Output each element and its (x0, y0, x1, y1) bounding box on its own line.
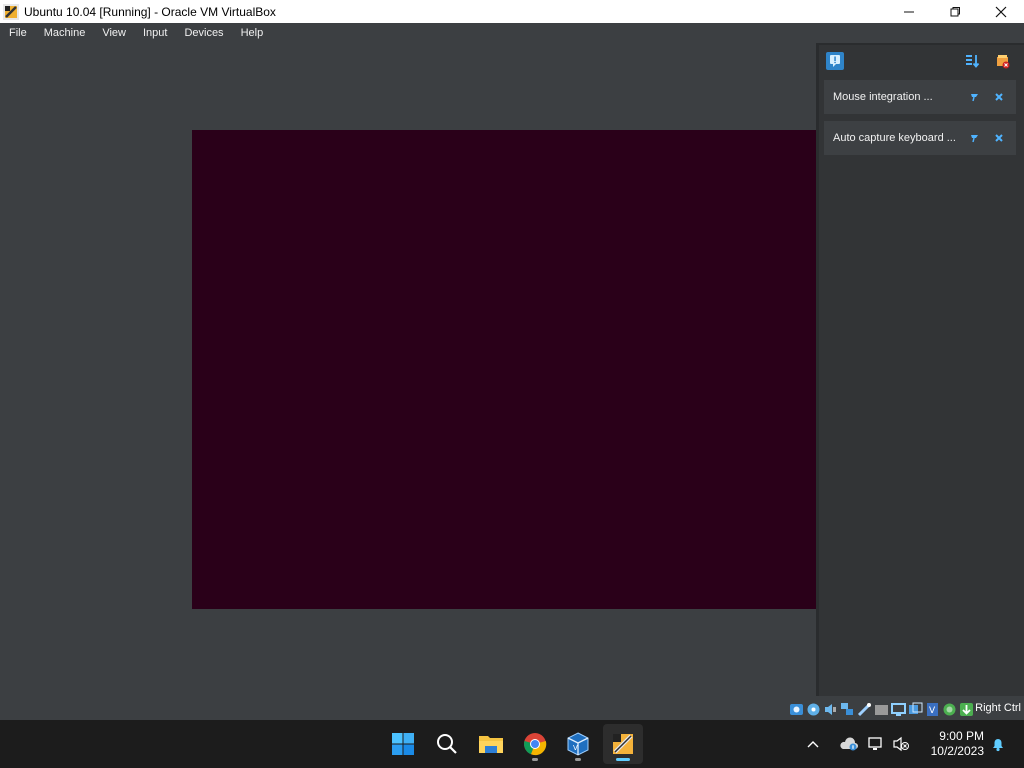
mouse-integration-icon[interactable] (959, 702, 974, 717)
pin-icon[interactable] (968, 90, 982, 104)
show-hidden-icons-chevron[interactable] (804, 740, 822, 748)
guest-screen[interactable] (192, 130, 817, 609)
status-icons: V (789, 700, 974, 718)
notification-toolbar (819, 45, 1024, 79)
sort-icon[interactable] (964, 52, 982, 70)
menu-help[interactable]: Help (232, 27, 272, 39)
clear-all-icon[interactable] (994, 52, 1012, 70)
network-icon[interactable] (840, 702, 855, 717)
audio-icon[interactable] (823, 702, 838, 717)
hard-disk-icon[interactable] (789, 702, 804, 717)
menu-devices[interactable]: Devices (175, 27, 231, 39)
search-icon[interactable] (427, 724, 467, 764)
window-title: Ubuntu 10.04 [Running] - Oracle VM Virtu… (24, 4, 276, 19)
menu-input[interactable]: Input (134, 27, 175, 39)
running-indicator (616, 758, 630, 761)
maximize-button[interactable] (932, 0, 978, 23)
start-icon[interactable] (383, 724, 423, 764)
guest-additions-icon[interactable] (942, 702, 957, 717)
menubar: File Machine View Input Devices Help (0, 23, 1024, 43)
shared-folders-icon[interactable] (874, 702, 889, 717)
pin-icon[interactable] (968, 131, 982, 145)
optical-drive-icon[interactable] (806, 702, 821, 717)
time-label: 9:00 PM (939, 729, 984, 743)
close-button[interactable] (978, 0, 1024, 23)
date-label: 10/2/2023 (930, 744, 984, 758)
running-indicator (575, 758, 581, 761)
svg-text:V: V (573, 744, 578, 752)
minimize-button[interactable] (886, 0, 932, 23)
clock[interactable]: 9:00 PM 10/2/2023 (931, 729, 984, 759)
notification-text: Mouse integration ... (833, 91, 933, 103)
network-icon[interactable] (864, 736, 888, 752)
file-explorer-icon[interactable] (471, 724, 511, 764)
system-tray (804, 720, 914, 768)
notification-auto-capture-keyboard[interactable]: Auto capture keyboard ... (824, 121, 1016, 155)
host-key-label[interactable]: Right Ctrl (975, 702, 1021, 714)
window-titlebar[interactable]: Ubuntu 10.04 [Running] - Oracle VM Virtu… (0, 0, 1024, 23)
chrome-icon[interactable] (515, 724, 555, 764)
bell-icon[interactable] (990, 736, 1006, 757)
notification-mouse-integration[interactable]: Mouse integration ... (824, 80, 1016, 114)
menu-view[interactable]: View (93, 27, 134, 39)
running-indicator (532, 758, 538, 761)
recording-icon[interactable] (908, 702, 923, 717)
close-icon[interactable] (992, 90, 1006, 104)
svg-text:V: V (929, 706, 936, 716)
close-icon[interactable] (992, 131, 1006, 145)
menu-file[interactable]: File (0, 27, 35, 39)
virtualbox-vm-icon[interactable] (603, 724, 643, 764)
cpu-icon[interactable]: V (925, 702, 940, 717)
usb-icon[interactable] (857, 702, 872, 717)
volume-muted-icon[interactable] (888, 736, 914, 752)
menu-machine[interactable]: Machine (35, 27, 94, 39)
notification-toggle-icon[interactable] (826, 52, 844, 70)
virtualbox-manager-icon[interactable]: V (558, 724, 598, 764)
vm-statusbar: V Right Ctrl (0, 698, 1024, 720)
notification-center: Mouse integration ... Auto capture keybo… (816, 43, 1024, 696)
onedrive-icon[interactable] (834, 737, 864, 751)
display-icon[interactable] (891, 702, 906, 717)
notification-text: Auto capture keyboard ... (833, 132, 956, 144)
taskbar: V 9:00 PM 10/2/2023 (0, 720, 1024, 768)
virtualbox-vm-icon (3, 3, 19, 20)
